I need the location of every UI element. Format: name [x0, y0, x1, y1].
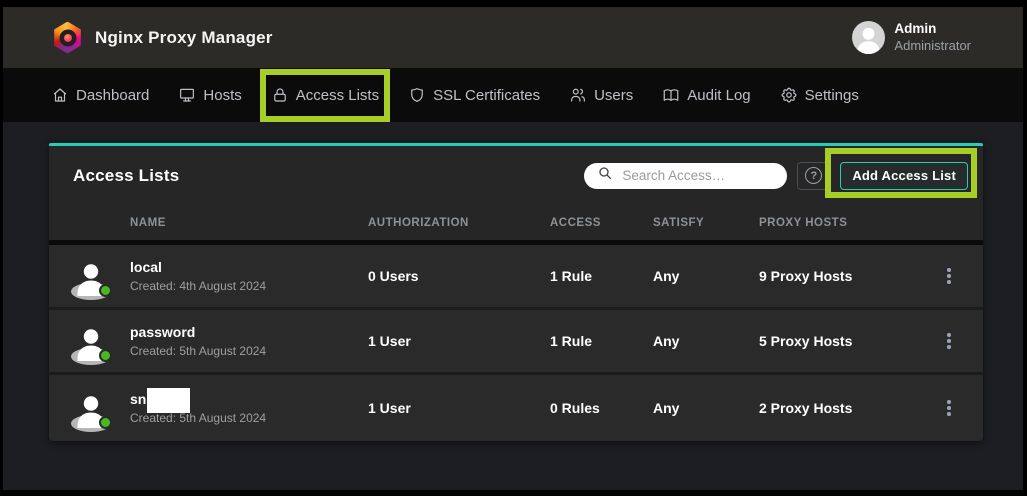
created-date: Created: 5th August 2024 [130, 411, 368, 425]
redaction-box [147, 388, 190, 413]
nav-item-hosts[interactable]: Hosts [175, 84, 244, 106]
proxy-hosts-cell: 2 Proxy Hosts [759, 400, 929, 416]
satisfy-cell: Any [653, 268, 759, 284]
nav-item-access-lists[interactable]: Access Lists [268, 84, 382, 106]
book-icon [662, 86, 680, 104]
app-window: Nginx Proxy Manager Admin Administrator … [3, 7, 1023, 490]
access-cell: 1 Rule [550, 333, 653, 349]
add-access-list-button[interactable]: Add Access List [840, 162, 968, 190]
authorization-cell: 0 Users [368, 268, 550, 284]
nav-item-dashboard[interactable]: Dashboard [48, 84, 152, 106]
access-cell: 1 Rule [550, 268, 653, 284]
table-row[interactable]: sn Created: 5th August 2024 1 User 0 Rul… [49, 375, 983, 441]
panel-titlebar: Access Lists ? Add Access List [49, 146, 983, 205]
authorization-cell: 1 User [368, 400, 550, 416]
row-avatar [71, 321, 111, 361]
monitor-icon [178, 86, 196, 104]
nav-item-audit-log[interactable]: Audit Log [659, 84, 753, 106]
table-header-row: NAME AUTHORIZATION ACCESS SATISFY PROXY … [49, 205, 983, 240]
row-avatar [71, 388, 111, 428]
satisfy-cell: Any [653, 400, 759, 416]
column-header-name: NAME [130, 217, 368, 229]
main-nav: Dashboard Hosts Access Lists SSL Certifi… [3, 68, 1023, 122]
user-menu[interactable]: Admin Administrator [852, 21, 971, 54]
search-input[interactable] [622, 168, 777, 183]
table-row[interactable]: local Created: 4th August 2024 0 Users 1… [49, 245, 983, 310]
row-actions-menu-button[interactable] [935, 393, 963, 423]
user-name: Admin [894, 21, 971, 38]
shield-icon [408, 86, 426, 104]
gear-icon [780, 86, 798, 104]
page-content: Access Lists ? Add Access List [3, 122, 1023, 490]
access-cell: 0 Rules [550, 400, 653, 416]
row-actions-menu-button[interactable] [935, 326, 963, 356]
column-header-access: ACCESS [550, 217, 653, 229]
home-icon [51, 86, 69, 104]
npm-logo-icon [53, 22, 82, 54]
lock-icon [271, 86, 289, 104]
users-icon [569, 86, 587, 104]
nav-item-settings[interactable]: Settings [777, 84, 862, 106]
proxy-hosts-cell: 9 Proxy Hosts [759, 268, 929, 284]
column-header-satisfy: SATISFY [653, 217, 759, 229]
user-role: Administrator [894, 38, 971, 54]
column-header-authorization: AUTHORIZATION [368, 217, 550, 229]
access-list-name: sn [130, 391, 146, 408]
nav-item-users[interactable]: Users [566, 84, 636, 106]
help-button[interactable]: ? [797, 162, 830, 190]
column-header-proxy-hosts: PROXY HOSTS [759, 217, 929, 229]
status-online-dot [99, 284, 112, 297]
access-lists-panel: Access Lists ? Add Access List [49, 143, 983, 441]
row-actions-menu-button[interactable] [935, 261, 963, 291]
screenshot-frame: Nginx Proxy Manager Admin Administrator … [0, 0, 1027, 496]
nav-item-ssl-certificates[interactable]: SSL Certificates [405, 84, 543, 106]
table-row[interactable]: password Created: 5th August 2024 1 User… [49, 310, 983, 375]
status-online-dot [99, 416, 112, 429]
question-circle-icon: ? [805, 167, 822, 184]
access-list-name: local [130, 259, 368, 276]
authorization-cell: 1 User [368, 333, 550, 349]
proxy-hosts-cell: 5 Proxy Hosts [759, 333, 929, 349]
app-header: Nginx Proxy Manager Admin Administrator [3, 7, 1023, 68]
search-box [584, 163, 787, 189]
satisfy-cell: Any [653, 333, 759, 349]
panel-title: Access Lists [73, 166, 179, 186]
created-date: Created: 5th August 2024 [130, 344, 368, 358]
created-date: Created: 4th August 2024 [130, 279, 368, 293]
app-title: Nginx Proxy Manager [95, 28, 273, 48]
row-avatar [71, 256, 111, 296]
user-avatar [852, 21, 885, 54]
status-online-dot [99, 349, 112, 362]
access-list-name: password [130, 324, 368, 341]
search-icon [597, 165, 613, 186]
